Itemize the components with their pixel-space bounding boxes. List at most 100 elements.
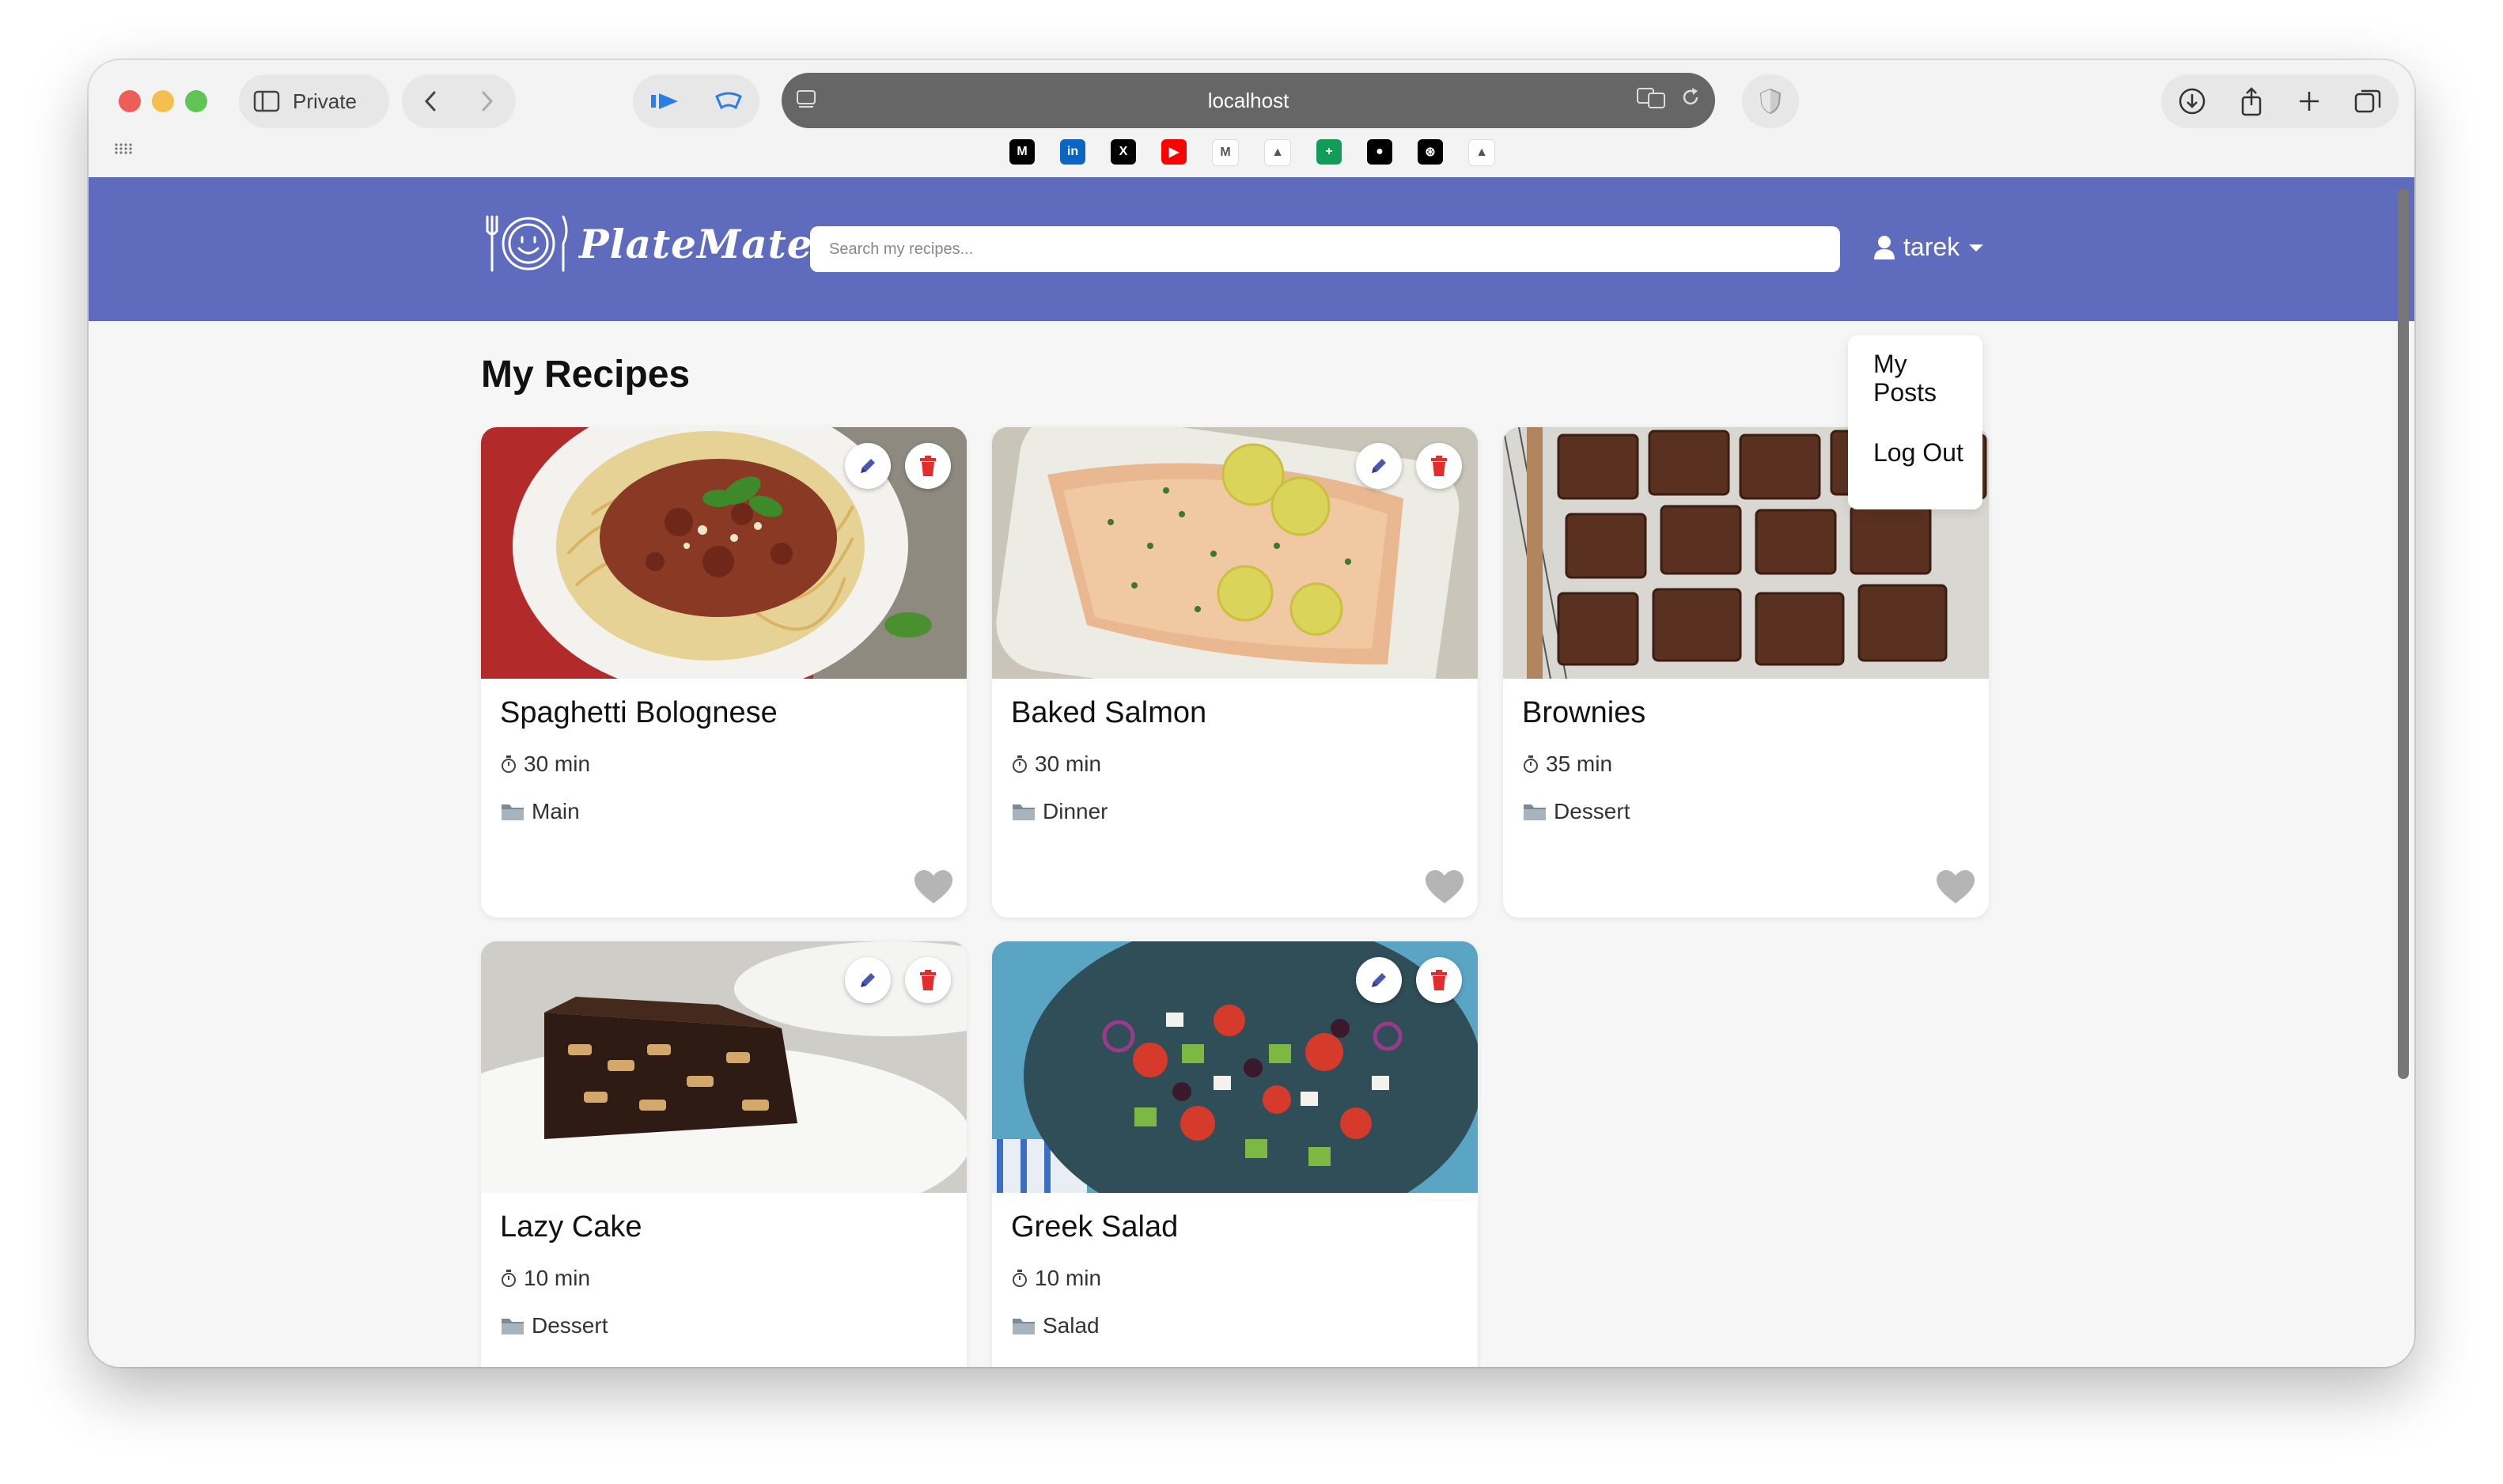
minimize-window-button[interactable] bbox=[152, 90, 174, 112]
youtube-icon[interactable]: ▶ bbox=[1161, 139, 1187, 165]
page-scrollbar[interactable] bbox=[2395, 184, 2413, 1367]
new-tab-icon[interactable] bbox=[2297, 89, 2321, 113]
privacy-shield-button[interactable] bbox=[1742, 74, 1799, 128]
web-page: PlateMate tarek My Posts Log Out My Reci… bbox=[89, 177, 2414, 1367]
close-window-button[interactable] bbox=[119, 90, 141, 112]
folder-icon bbox=[1522, 801, 1547, 822]
reader-extension-icon[interactable] bbox=[714, 90, 744, 112]
recipe-search-input[interactable] bbox=[810, 226, 1840, 272]
favorite-heart-icon[interactable] bbox=[913, 869, 954, 905]
recipe-category-value: Salad bbox=[1043, 1313, 1100, 1338]
edit-recipe-button[interactable] bbox=[845, 957, 891, 1003]
recipe-time-value: 10 min bbox=[1035, 1266, 1102, 1290]
greek-salad-photo[interactable] bbox=[992, 941, 1478, 1193]
recipe-time-value: 35 min bbox=[1546, 751, 1613, 776]
vercel-icon[interactable]: ▲ bbox=[1468, 139, 1495, 166]
folder-icon bbox=[1011, 1316, 1036, 1336]
recipe-card[interactable]: Lazy Cake 10 min Dessert bbox=[481, 941, 967, 1367]
google-drive-icon[interactable]: ▲ bbox=[1264, 139, 1291, 166]
recipe-category-value: Dessert bbox=[532, 1313, 608, 1338]
recipe-title[interactable]: Lazy Cake bbox=[500, 1210, 642, 1244]
media-extension-icon[interactable] bbox=[649, 90, 681, 112]
user-menu-toggle[interactable]: tarek bbox=[1873, 233, 1985, 262]
recipe-time: 10 min bbox=[500, 1266, 590, 1291]
trash-icon bbox=[918, 455, 937, 477]
recipe-time-value: 30 min bbox=[524, 751, 591, 776]
private-sidebar-toggle[interactable]: Private bbox=[239, 74, 389, 128]
folder-icon bbox=[500, 801, 525, 822]
browser-toolbar: Private localhost M in X ▶ M ▲ + ● ⊛ ▲ bbox=[89, 60, 2414, 177]
google-sheets-icon[interactable]: + bbox=[1316, 139, 1342, 165]
browser-actions bbox=[2161, 74, 2399, 128]
page-settings-icon[interactable] bbox=[794, 87, 818, 111]
share-icon[interactable] bbox=[2239, 86, 2264, 116]
navigation-buttons bbox=[402, 74, 516, 128]
openai-icon[interactable]: ⊛ bbox=[1418, 139, 1443, 165]
browser-window: Private localhost M in X ▶ M ▲ + ● ⊛ ▲ P… bbox=[89, 60, 2414, 1367]
trash-icon bbox=[1429, 969, 1448, 991]
recipe-card[interactable]: Spaghetti Bolognese 30 min Main bbox=[481, 427, 967, 918]
trash-icon bbox=[918, 969, 937, 991]
delete-recipe-button[interactable] bbox=[1416, 957, 1462, 1003]
recipe-category: Dinner bbox=[1011, 799, 1108, 824]
username: tarek bbox=[1903, 233, 1960, 261]
my-posts-link[interactable]: My Posts bbox=[1873, 350, 1968, 407]
edit-recipe-button[interactable] bbox=[845, 443, 891, 489]
scrollbar-thumb[interactable] bbox=[2398, 188, 2409, 1079]
recipe-time: 10 min bbox=[1011, 1266, 1101, 1291]
log-out-link[interactable]: Log Out bbox=[1873, 438, 1968, 467]
medium-icon[interactable]: M bbox=[1009, 139, 1035, 165]
sidebar-icon bbox=[253, 90, 280, 112]
recipe-category: Salad bbox=[1011, 1313, 1100, 1338]
recipe-card[interactable]: Greek Salad 10 min Salad bbox=[992, 941, 1478, 1367]
baked-salmon-photo[interactable] bbox=[992, 427, 1478, 679]
delete-recipe-button[interactable] bbox=[905, 443, 951, 489]
recipe-category: Main bbox=[500, 799, 580, 824]
address-text: localhost bbox=[1207, 88, 1289, 112]
gmail-icon[interactable]: M bbox=[1212, 139, 1239, 166]
delete-recipe-button[interactable] bbox=[905, 957, 951, 1003]
brand-name: PlateMate bbox=[579, 220, 813, 267]
shield-icon bbox=[1759, 88, 1782, 115]
recipe-card[interactable]: Baked Salmon 30 min Dinner bbox=[992, 427, 1478, 918]
reload-icon[interactable] bbox=[1679, 85, 1702, 109]
pencil-icon bbox=[1369, 456, 1389, 476]
recipe-title[interactable]: Brownies bbox=[1522, 696, 1645, 730]
lazy-cake-photo[interactable] bbox=[481, 941, 967, 1193]
favorite-heart-icon[interactable] bbox=[1935, 869, 1976, 905]
translate-icon[interactable] bbox=[1636, 85, 1668, 109]
trash-icon bbox=[1429, 455, 1448, 477]
favorite-heart-icon[interactable] bbox=[1424, 869, 1465, 905]
spaghetti-bolognese-photo[interactable] bbox=[481, 427, 967, 679]
stopwatch-icon bbox=[1011, 755, 1028, 774]
zoom-window-button[interactable] bbox=[185, 90, 207, 112]
favorites-bar: Min X ▶ M ▲ + ● ⊛ ▲ bbox=[1009, 139, 1495, 166]
plate-smiley-icon bbox=[484, 212, 571, 275]
github-icon[interactable]: ● bbox=[1367, 139, 1392, 165]
stopwatch-icon bbox=[1522, 755, 1539, 774]
delete-recipe-button[interactable] bbox=[1416, 443, 1462, 489]
recipe-time: 30 min bbox=[1011, 751, 1101, 777]
forward-arrow-icon[interactable] bbox=[479, 89, 495, 113]
folder-icon bbox=[500, 1316, 525, 1336]
stopwatch-icon bbox=[1011, 1269, 1028, 1288]
platemate-logo[interactable]: PlateMate bbox=[484, 212, 813, 275]
favorites-grid-icon[interactable] bbox=[114, 142, 133, 155]
recipe-title[interactable]: Spaghetti Bolognese bbox=[500, 696, 778, 730]
address-bar[interactable]: localhost bbox=[782, 73, 1715, 128]
recipe-title[interactable]: Greek Salad bbox=[1011, 1210, 1178, 1244]
tab-overview-icon[interactable] bbox=[2353, 87, 2382, 115]
download-icon[interactable] bbox=[2178, 87, 2206, 115]
recipe-time-value: 30 min bbox=[1035, 751, 1102, 776]
stopwatch-icon bbox=[500, 1269, 517, 1288]
recipe-title[interactable]: Baked Salmon bbox=[1011, 696, 1206, 730]
linkedin-icon[interactable]: in bbox=[1060, 139, 1085, 165]
edit-recipe-button[interactable] bbox=[1356, 443, 1402, 489]
recipe-category-value: Main bbox=[532, 799, 580, 823]
back-arrow-icon[interactable] bbox=[422, 89, 438, 113]
recipe-time: 30 min bbox=[500, 751, 590, 777]
x-icon[interactable]: X bbox=[1111, 139, 1136, 165]
edit-recipe-button[interactable] bbox=[1356, 957, 1402, 1003]
folder-icon bbox=[1011, 801, 1036, 822]
pencil-icon bbox=[858, 456, 878, 476]
